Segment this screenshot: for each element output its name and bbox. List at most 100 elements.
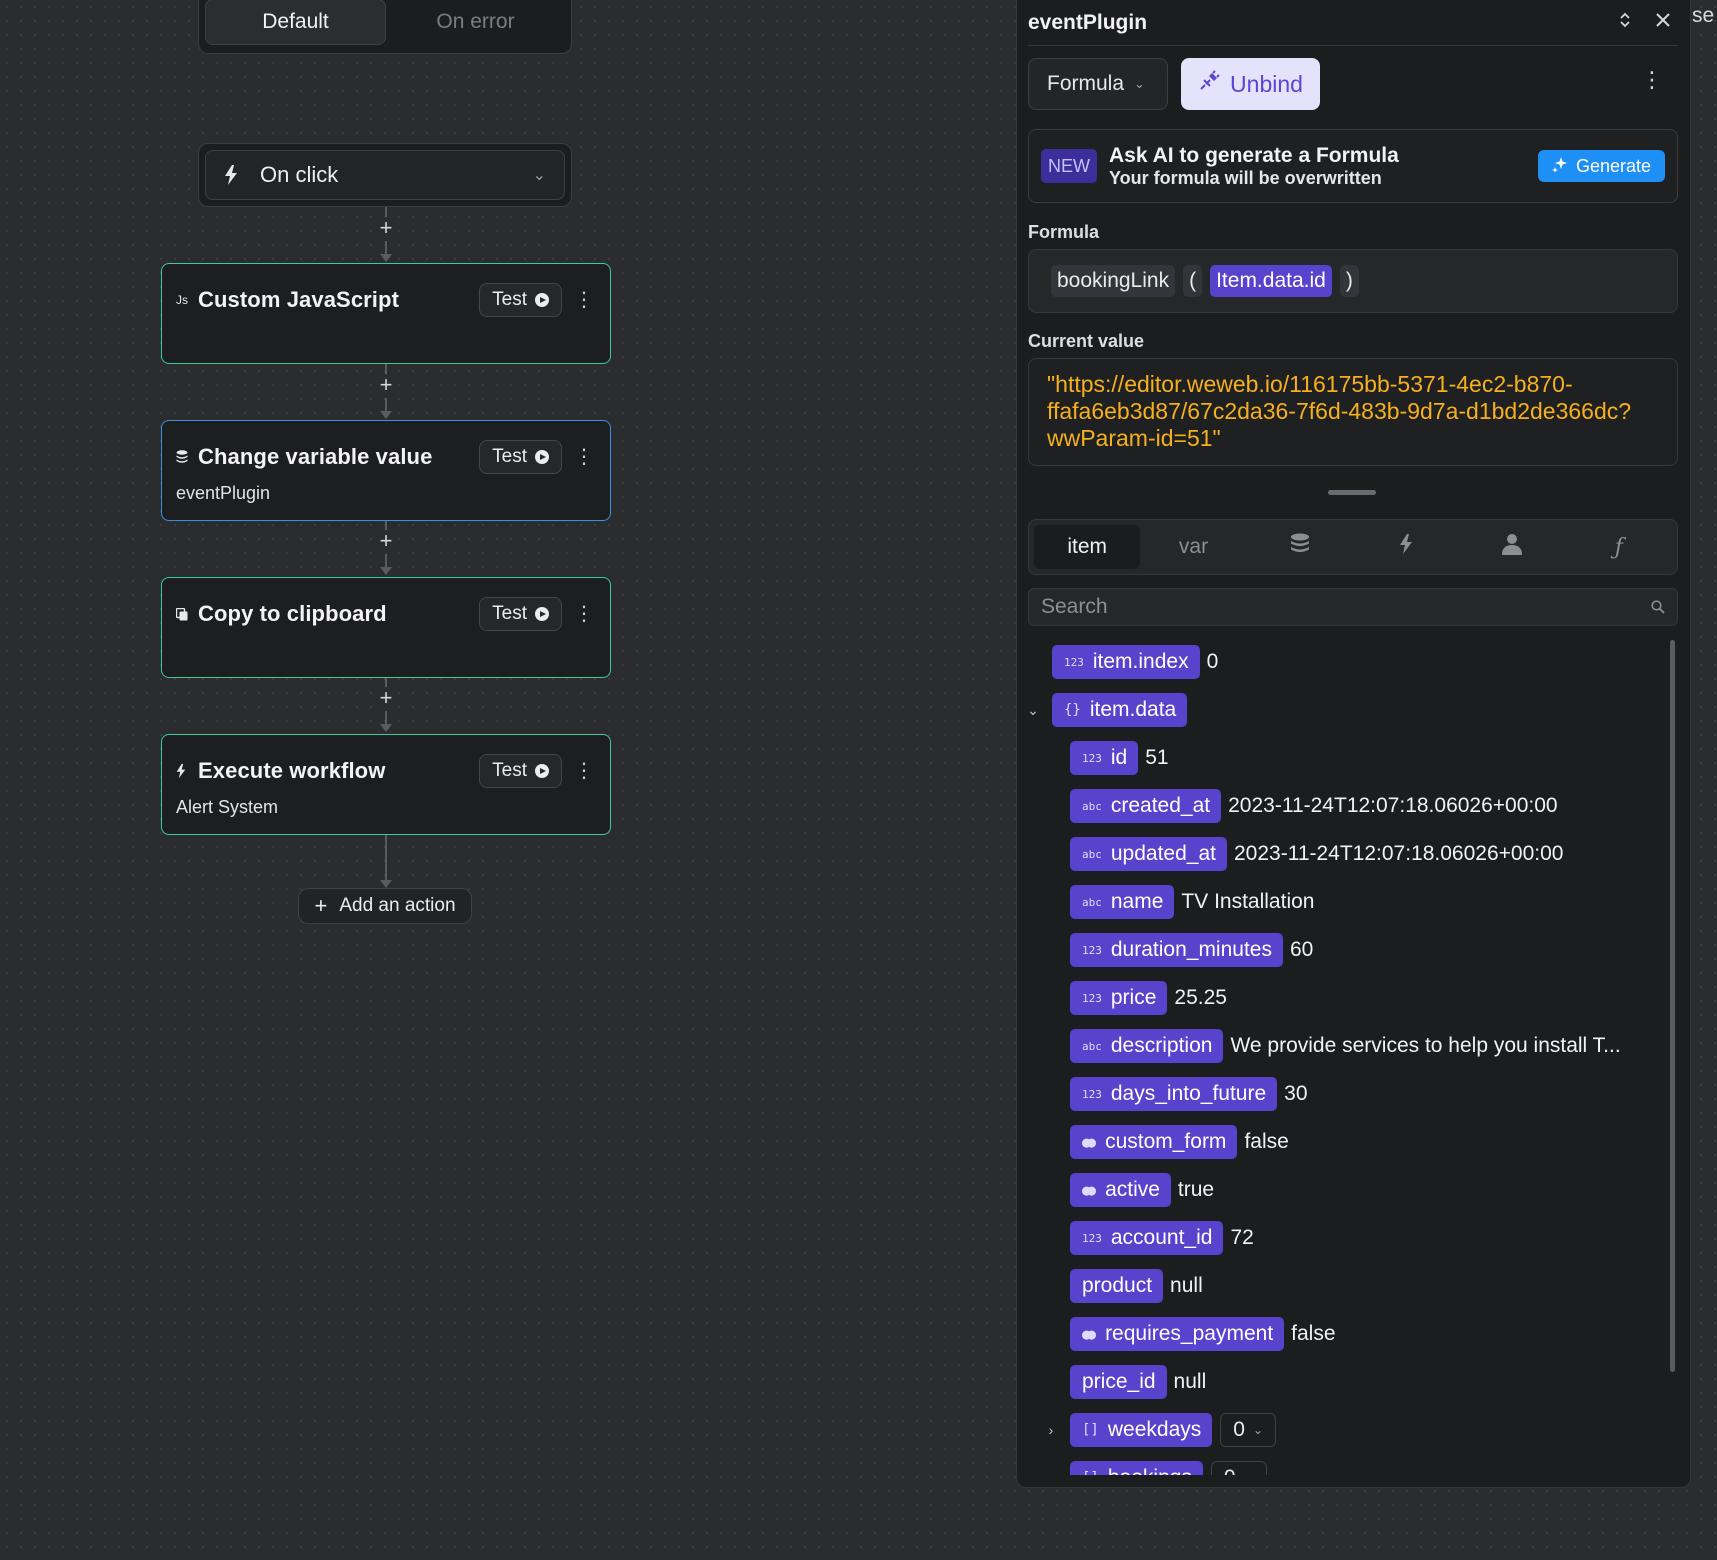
close-icon[interactable] bbox=[1648, 12, 1678, 33]
tree-row[interactable]: ⌄ {} item.data bbox=[1030, 693, 1188, 727]
chevron-right-icon[interactable]: › bbox=[1040, 1470, 1062, 1475]
tree-row[interactable]: 123 account_id 72 bbox=[1070, 1221, 1254, 1255]
tree-key-chip[interactable]: abc description bbox=[1070, 1029, 1224, 1063]
tree-row[interactable]: ●● requires_payment false bbox=[1070, 1317, 1336, 1351]
data-tree: 123 item.index 0 ⌄ {} item.data 123 id 51 a… bbox=[1030, 640, 1662, 1475]
tree-row[interactable]: price_id null bbox=[1070, 1365, 1206, 1399]
tree-key-chip[interactable]: 123 account_id bbox=[1070, 1221, 1224, 1255]
tree-key-chip[interactable]: ●● requires_payment bbox=[1070, 1317, 1285, 1351]
tab-var[interactable]: var bbox=[1140, 525, 1246, 569]
tree-row[interactable]: abc name TV Installation bbox=[1070, 885, 1314, 919]
bolt-icon bbox=[1399, 533, 1413, 561]
tab-workflows[interactable] bbox=[1353, 525, 1459, 569]
test-button[interactable]: Test bbox=[479, 440, 562, 474]
trigger-event-label: On click bbox=[260, 162, 339, 187]
chevron-down-icon[interactable]: ⌄ bbox=[1030, 702, 1044, 719]
formula-editor[interactable]: bookingLink ( Item.data.id ) bbox=[1028, 249, 1678, 313]
number-type-icon: 123 bbox=[1082, 943, 1102, 957]
tree-key-chip[interactable]: [] weekdays bbox=[1070, 1413, 1213, 1447]
test-button[interactable]: Test bbox=[479, 754, 562, 788]
tree-row[interactable]: 123 days_into_future 30 bbox=[1070, 1077, 1308, 1111]
tree-key-chip[interactable]: 123 duration_minutes bbox=[1070, 933, 1283, 967]
tree-row[interactable]: › [] weekdays 0 ⌄ bbox=[1040, 1413, 1276, 1447]
insert-action-button[interactable]: + bbox=[374, 687, 398, 711]
tree-row[interactable]: abc description We provide services to he… bbox=[1070, 1029, 1621, 1063]
trigger-event-select[interactable]: On click ⌄ bbox=[205, 150, 565, 200]
array-index-dropdown[interactable]: 0⌄ bbox=[1220, 1413, 1276, 1447]
tree-row[interactable]: ●● custom_form false bbox=[1070, 1125, 1289, 1159]
tree-row[interactable]: 123 item.index 0 bbox=[1052, 645, 1218, 679]
tree-row[interactable]: abc updated_at 2023-11-24T12:07:18.06026+… bbox=[1070, 837, 1563, 871]
tree-key-chip[interactable]: ●● custom_form bbox=[1070, 1125, 1238, 1159]
ai-title: Ask AI to generate a Formula bbox=[1109, 144, 1399, 167]
arrow-icon bbox=[380, 254, 392, 262]
toggle-type-icon: ●● bbox=[1082, 1133, 1096, 1151]
new-badge: NEW bbox=[1041, 149, 1097, 183]
unbind-button[interactable]: Unbind bbox=[1181, 58, 1320, 110]
tree-value: true bbox=[1177, 1178, 1215, 1201]
tree-key-chip[interactable]: abc name bbox=[1070, 885, 1175, 919]
array-index-dropdown[interactable]: 0⌄ bbox=[1210, 1461, 1267, 1475]
test-button[interactable]: Test bbox=[479, 597, 562, 631]
number-type-icon: 123 bbox=[1082, 1087, 1102, 1101]
tree-key-chip[interactable]: [] bookings bbox=[1070, 1461, 1203, 1475]
search-input[interactable]: Search bbox=[1028, 588, 1678, 626]
expand-icon[interactable] bbox=[1610, 11, 1640, 34]
chevron-right-icon[interactable]: › bbox=[1040, 1422, 1062, 1438]
action-card-copy-to-clipboard[interactable]: Copy to clipboard Test ⋮ bbox=[161, 577, 611, 678]
action-card-execute-workflow[interactable]: Execute workflow Test ⋮ Alert System bbox=[161, 734, 611, 835]
tree-key-chip[interactable]: 123 price bbox=[1070, 981, 1168, 1015]
formula-token-paren-open[interactable]: ( bbox=[1183, 265, 1203, 297]
tab-default[interactable]: Default bbox=[205, 0, 386, 45]
tree-key-chip[interactable]: ●● active bbox=[1070, 1173, 1171, 1207]
arrow-icon bbox=[380, 411, 392, 419]
more-options-icon[interactable]: ⋮ bbox=[572, 447, 596, 467]
scrollbar[interactable] bbox=[1670, 640, 1675, 1372]
tree-row[interactable]: ●● active true bbox=[1070, 1173, 1214, 1207]
formula-token-function[interactable]: bookingLink bbox=[1051, 265, 1176, 297]
tab-on-error[interactable]: On error bbox=[386, 0, 565, 45]
tree-key-chip[interactable]: 123 days_into_future bbox=[1070, 1077, 1278, 1111]
bolt-icon bbox=[224, 165, 244, 185]
more-options-icon[interactable]: ⋮ bbox=[572, 761, 596, 781]
tree-key-chip[interactable]: abc created_at bbox=[1070, 789, 1222, 823]
tree-key-chip[interactable]: product bbox=[1070, 1269, 1164, 1303]
tree-row[interactable]: › []bookings 0⌄ bbox=[1040, 1461, 1267, 1475]
search-placeholder: Search bbox=[1041, 595, 1108, 618]
tab-functions[interactable]: ƒ bbox=[1566, 525, 1672, 569]
tree-key-chip[interactable]: abc updated_at bbox=[1070, 837, 1227, 871]
tree-key: description bbox=[1110, 1034, 1213, 1057]
insert-action-button[interactable]: + bbox=[374, 530, 398, 554]
action-card-change-variable-value[interactable]: Change variable value Test ⋮ eventPlugin bbox=[161, 420, 611, 521]
tree-key-chip[interactable]: 123 item.index bbox=[1052, 645, 1200, 679]
tree-key: product bbox=[1082, 1274, 1153, 1297]
insert-action-button[interactable]: + bbox=[374, 374, 398, 398]
tree-row[interactable]: abc created_at 2023-11-24T12:07:18.06026+… bbox=[1070, 789, 1558, 823]
tree-key-chip[interactable]: {} item.data bbox=[1052, 693, 1188, 727]
panel-edge-text: se bbox=[1692, 4, 1715, 27]
generate-button[interactable]: Generate bbox=[1537, 150, 1665, 182]
tree-row[interactable]: product null bbox=[1070, 1269, 1203, 1303]
tree-key-chip[interactable]: 123 id bbox=[1070, 741, 1139, 775]
resize-handle[interactable] bbox=[1328, 490, 1376, 495]
more-options-icon[interactable]: ⋮ bbox=[572, 290, 596, 310]
formula-mode-dropdown[interactable]: Formula ⌄ bbox=[1028, 58, 1168, 110]
tree-key: custom_form bbox=[1105, 1130, 1227, 1153]
formula-token-paren-close[interactable]: ) bbox=[1339, 265, 1359, 297]
arrow-icon bbox=[380, 880, 392, 888]
test-button[interactable]: Test bbox=[479, 283, 562, 317]
more-options-icon[interactable]: ⋮ bbox=[1640, 68, 1664, 92]
tree-row[interactable]: 123 duration_minutes 60 bbox=[1070, 933, 1313, 967]
formula-token-variable[interactable]: Item.data.id bbox=[1210, 265, 1332, 297]
insert-action-button[interactable]: + bbox=[374, 217, 398, 241]
tree-key-chip[interactable]: price_id bbox=[1070, 1365, 1167, 1399]
tab-database[interactable] bbox=[1247, 525, 1353, 569]
tab-item[interactable]: item bbox=[1034, 525, 1141, 569]
tree-row[interactable]: 123 id 51 bbox=[1070, 741, 1169, 775]
action-card-custom-javascript[interactable]: Js Custom JavaScript Test ⋮ bbox=[161, 263, 611, 364]
tree-row[interactable]: 123 price 25.25 bbox=[1070, 981, 1227, 1015]
tab-user[interactable] bbox=[1459, 525, 1565, 569]
trigger-tabs: Default On error bbox=[198, 0, 572, 54]
add-action-button[interactable]: + Add an action bbox=[298, 888, 472, 924]
more-options-icon[interactable]: ⋮ bbox=[572, 604, 596, 624]
